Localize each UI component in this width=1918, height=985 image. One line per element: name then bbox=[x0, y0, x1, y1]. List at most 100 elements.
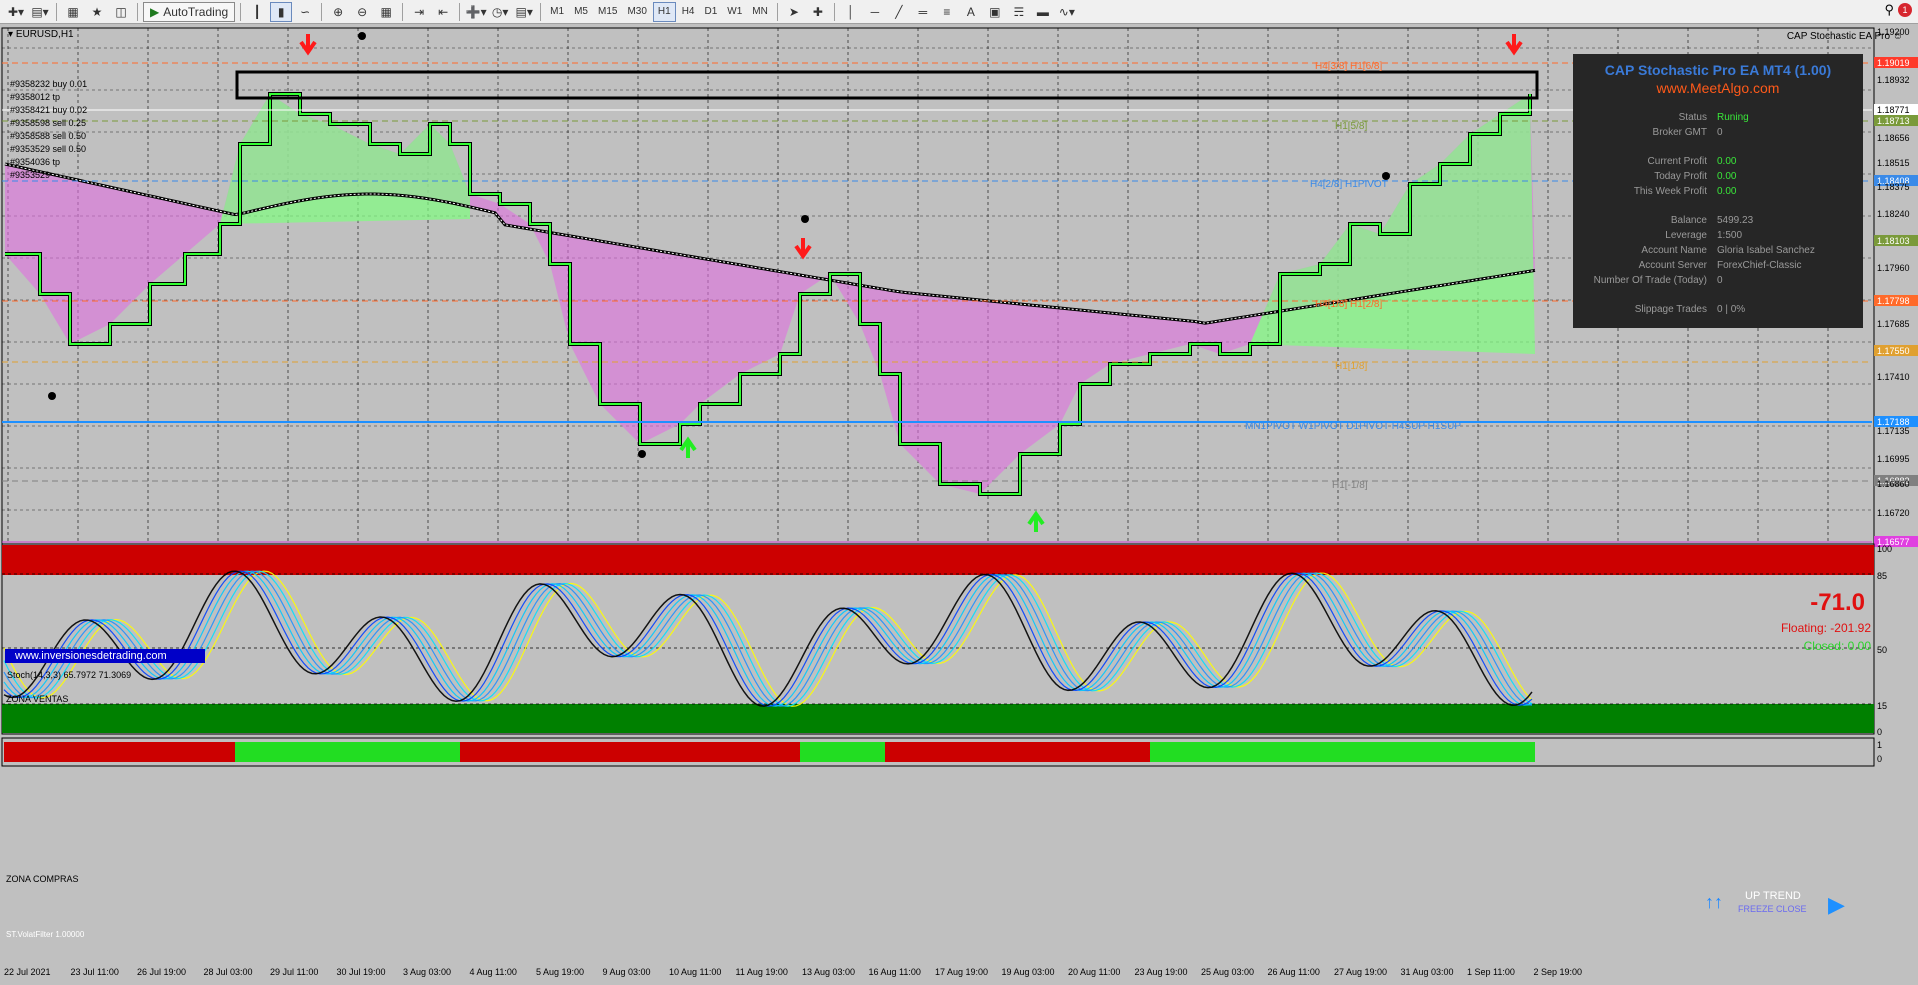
auto-scroll-icon[interactable]: ⇥ bbox=[408, 2, 430, 22]
price-axis-label: 1.16720 bbox=[1877, 508, 1910, 518]
play-icon[interactable]: ▶ bbox=[1828, 892, 1845, 918]
navigator-icon[interactable]: ★ bbox=[86, 2, 108, 22]
vertical-line-icon[interactable]: │ bbox=[840, 2, 862, 22]
panel-row-value: 0 bbox=[1717, 127, 1723, 138]
panel-row-value: 0.00 bbox=[1717, 186, 1737, 197]
stoch-axis-label: 15 bbox=[1877, 701, 1887, 711]
date-axis-label: 29 Jul 11:00 bbox=[270, 967, 318, 977]
zoom-in-icon[interactable]: ⊕ bbox=[327, 2, 349, 22]
event-marker-icon bbox=[48, 392, 56, 400]
date-axis-label: 26 Aug 11:00 bbox=[1268, 967, 1320, 977]
panel-row-value: ForexChief-Classic bbox=[1717, 260, 1802, 271]
zoom-out-icon[interactable]: ⊖ bbox=[351, 2, 373, 22]
panel-row: Today Profit 0.00 bbox=[1573, 169, 1863, 184]
timeframe-w1[interactable]: W1 bbox=[723, 2, 746, 22]
zona-compras-label: ZONA COMPRAS bbox=[6, 874, 79, 884]
new-chart-icon[interactable]: ✚▾ bbox=[5, 2, 27, 22]
trend-label: UP TREND bbox=[1745, 890, 1801, 902]
market-watch-icon[interactable]: ▦ bbox=[62, 2, 84, 22]
panel-title: CAP Stochastic Pro EA MT4 (1.00) bbox=[1604, 62, 1832, 78]
symbol-label: EURUSD,H1 bbox=[15, 29, 74, 40]
date-axis-label: 20 Aug 11:00 bbox=[1068, 967, 1120, 977]
date-axis-label: 16 Aug 11:00 bbox=[869, 967, 921, 977]
price-axis-label: 1.17798 bbox=[1877, 296, 1910, 306]
trendline-icon[interactable]: ╱ bbox=[888, 2, 910, 22]
search-icon[interactable]: ⚲ bbox=[1884, 2, 1894, 18]
line-chart-icon[interactable]: ∽ bbox=[294, 2, 316, 22]
date-axis-label: 27 Aug 19:00 bbox=[1334, 967, 1387, 977]
notification-badge[interactable]: 1 bbox=[1898, 3, 1912, 17]
trade-label: #9354036 tp bbox=[10, 157, 61, 167]
volatility-segment bbox=[525, 742, 800, 762]
date-axis-label: 26 Jul 19:00 bbox=[137, 967, 186, 977]
stoch-sell-zone bbox=[2, 545, 1874, 575]
timeframe-h4[interactable]: H4 bbox=[678, 2, 699, 22]
volatility-segment bbox=[4, 742, 175, 762]
text-label-icon[interactable]: ▣ bbox=[984, 2, 1006, 22]
panel-row: Number Of Trade (Today) 0 bbox=[1573, 273, 1863, 288]
panel-row-label: Today Profit bbox=[1654, 171, 1707, 182]
panel-row-label: Broker GMT bbox=[1652, 127, 1707, 138]
panel-row-label: Number Of Trade (Today) bbox=[1593, 275, 1707, 286]
timeframe-m15[interactable]: M15 bbox=[594, 2, 621, 22]
trend-sublabel: FREEZE CLOSE bbox=[1738, 904, 1807, 914]
date-axis-label: 2 Sep 19:00 bbox=[1534, 967, 1583, 977]
closed-profit: Closed: 0.00 bbox=[1803, 639, 1871, 653]
objects-icon[interactable]: ∿▾ bbox=[1056, 2, 1078, 22]
panel-row: Account Name Gloria Isabel Sanchez bbox=[1573, 243, 1863, 258]
volatility-axis-label: 0 bbox=[1877, 754, 1882, 764]
text-icon[interactable]: A bbox=[960, 2, 982, 22]
timeframe-m30[interactable]: M30 bbox=[623, 2, 650, 22]
panel-url[interactable]: www.MeetAlgo.com bbox=[1573, 80, 1863, 96]
panel-row: Broker GMT 0 bbox=[1573, 125, 1863, 140]
panel-row-label: Slippage Trades bbox=[1634, 304, 1707, 315]
tile-windows-icon[interactable]: ▦ bbox=[375, 2, 397, 22]
stoch-axis-label: 0 bbox=[1877, 727, 1882, 737]
chart-symbol-title: ▾ EURUSD,H1 bbox=[8, 29, 74, 40]
autotrading-button[interactable]: ▶ AutoTrading bbox=[143, 1, 236, 22]
indicators-icon[interactable]: ➕▾ bbox=[465, 2, 487, 22]
panel-row-value: 0 bbox=[1717, 275, 1723, 286]
timeframe-m1[interactable]: M1 bbox=[546, 2, 568, 22]
zona-ventas-label: ZONA VENTAS bbox=[6, 694, 69, 704]
panel-row-value: 0 | 0% bbox=[1717, 304, 1746, 315]
candlestick-icon[interactable]: ▮ bbox=[270, 1, 293, 22]
date-axis-label: 28 Jul 03:00 bbox=[204, 967, 253, 977]
periods-icon[interactable]: ◷▾ bbox=[489, 2, 511, 22]
equidistant-channel-icon[interactable]: ═ bbox=[912, 2, 934, 22]
event-marker-icon bbox=[638, 450, 646, 458]
bar-chart-icon[interactable]: ┃ bbox=[246, 2, 268, 22]
website-link[interactable]: www.inversionesdetrading.com bbox=[5, 649, 205, 663]
volatility-segment bbox=[885, 742, 1070, 762]
price-axis-label: 1.18656 bbox=[1877, 133, 1910, 143]
chart-shift-icon[interactable]: ⇤ bbox=[432, 2, 454, 22]
trend-widget: ↑↑ UP TREND FREEZE CLOSE ▶ bbox=[1700, 888, 1850, 922]
rectangle-icon[interactable]: ▬ bbox=[1032, 2, 1054, 22]
timeframe-h1[interactable]: H1 bbox=[652, 1, 676, 22]
stoch-indicator-label: Stoch(14,3,3) 65.7972 71.3069 bbox=[7, 670, 132, 680]
volatility-segment bbox=[1150, 742, 1535, 762]
floating-profit: Floating: -201.92 bbox=[1780, 621, 1871, 635]
cursor-icon[interactable]: ➤ bbox=[783, 2, 805, 22]
event-marker-icon bbox=[801, 215, 809, 223]
timeframe-d1[interactable]: D1 bbox=[700, 2, 721, 22]
profiles-icon[interactable]: ▤▾ bbox=[29, 2, 51, 22]
templates-icon[interactable]: ▤▾ bbox=[513, 2, 535, 22]
horizontal-line-icon[interactable]: ─ bbox=[864, 2, 886, 22]
panel-row-label: Balance bbox=[1670, 215, 1707, 226]
date-axis-label: 17 Aug 19:00 bbox=[935, 967, 988, 977]
timeframe-mn[interactable]: MN bbox=[748, 2, 772, 22]
gann-icon[interactable]: ☴ bbox=[1008, 2, 1030, 22]
panel-row-value: Gloria Isabel Sanchez bbox=[1717, 245, 1815, 256]
price-axis-label: 1.18932 bbox=[1877, 75, 1910, 85]
date-axis-label: 5 Aug 19:00 bbox=[536, 967, 584, 977]
level-label: H4[3/8] H1[6/8] bbox=[1315, 61, 1382, 72]
date-axis-label: 25 Aug 03:00 bbox=[1201, 967, 1254, 977]
fibonacci-icon[interactable]: ≡ bbox=[936, 2, 958, 22]
date-axis-label: 1 Sep 11:00 bbox=[1467, 967, 1515, 977]
timeframe-m5[interactable]: M5 bbox=[570, 2, 592, 22]
terminal-icon[interactable]: ◫ bbox=[110, 2, 132, 22]
level-label: H1[5/8] bbox=[1335, 121, 1367, 132]
crosshair-icon[interactable]: ✚ bbox=[807, 2, 829, 22]
volatility-segment bbox=[175, 742, 235, 762]
